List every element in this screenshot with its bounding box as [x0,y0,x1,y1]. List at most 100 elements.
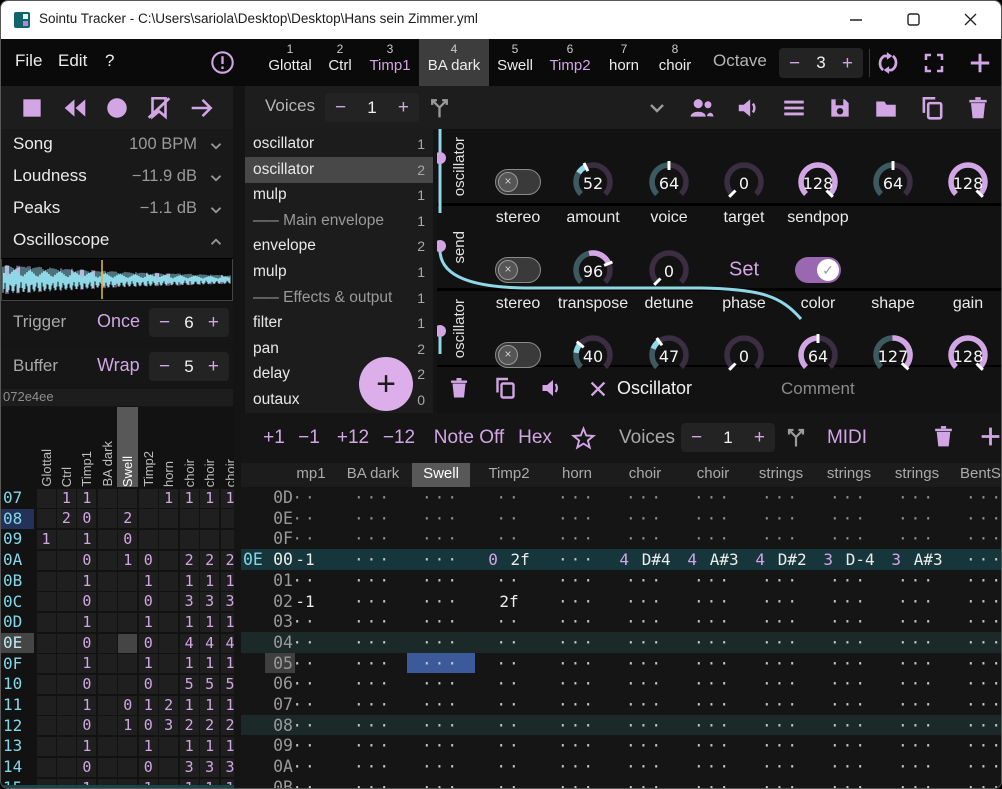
pattern-cell[interactable]: ··· [966,778,1002,789]
pattern-cell[interactable]: ·· [496,695,521,714]
split-track-icon[interactable] [427,95,452,120]
order-cell[interactable]: 2 [200,716,219,735]
pattern-cell[interactable]: ··· [354,674,392,693]
pattern-cell[interactable]: ··· [558,592,596,611]
pattern-cell[interactable]: ··· [966,592,1002,611]
panel-section-oscilloscope[interactable]: Oscilloscope [1,225,233,259]
order-cell[interactable]: 0 [77,551,96,570]
pattern-cell[interactable]: ··· [762,488,800,507]
pattern-cell[interactable]: ·· [496,716,521,735]
order-cell[interactable]: 3 [180,592,199,611]
order-column-header[interactable]: Timp2 [141,409,156,487]
pattern-cell[interactable]: ··· [830,529,868,548]
order-cell[interactable]: 1 [200,737,219,756]
pattern-cell[interactable]: 3 D-4 [823,550,874,569]
order-cell[interactable] [159,551,178,570]
order-cell[interactable] [57,592,76,611]
pattern-cell[interactable]: ··· [626,716,664,735]
unit-list-item-mulp[interactable]: mulp1 [245,182,433,208]
order-cell[interactable]: 1 [77,654,96,673]
order-cell[interactable] [118,675,137,694]
pattern-cell[interactable]: ··· [898,757,936,776]
pattern-cell[interactable]: ··· [558,757,596,776]
pattern-row[interactable]: 0E00-1······0 2f···4 D#44 A#34 D#23 D-43… [241,549,1002,570]
pattern-track-header-bentstr[interactable]: BentStr [960,465,1002,482]
pattern-cell[interactable]: ·· [496,674,521,693]
order-cell[interactable] [98,675,117,694]
order-cell[interactable]: 0 [77,675,96,694]
pattern-cell[interactable]: ··· [422,529,460,548]
pattern-cell[interactable]: ··· [626,571,664,590]
order-cell[interactable]: 0 [139,551,158,570]
order-table[interactable]: GlottalCtrlTimp1BA darkSwellTimp2horncho… [1,407,234,789]
pattern-cell[interactable]: ·· [292,736,317,755]
order-cell[interactable]: 1 [221,572,234,591]
copy-icon[interactable] [493,376,517,400]
menu-item-edit[interactable]: Edit [58,51,87,71]
pattern-track-header-horn[interactable]: horn [562,465,592,482]
menu-item-help[interactable]: ? [105,51,114,71]
pattern-cell[interactable]: ·· [292,695,317,714]
pattern-cell[interactable]: 4 A#3 [687,550,738,569]
pattern-cell[interactable]: ··· [694,592,732,611]
pattern-cell[interactable]: ··· [694,674,732,693]
pattern-cell[interactable]: ··· [762,695,800,714]
order-cell[interactable]: 1 [200,489,219,508]
order-cell[interactable] [200,530,219,549]
order-row-label[interactable]: 11 [1,695,34,715]
pattern-cell[interactable]: ··· [694,571,732,590]
pattern-cell[interactable]: ··· [762,509,800,528]
pattern-cell[interactable]: ··· [762,736,800,755]
order-cell[interactable]: 2 [118,509,137,528]
pattern-cell[interactable]: ·· [496,509,521,528]
pattern-btn-−1[interactable]: −1 [298,427,320,449]
pattern-cell[interactable]: ··· [898,592,936,611]
unit-list-item-envelope[interactable]: envelope2 [245,233,433,259]
pattern-cell[interactable]: ··· [558,612,596,631]
order-cell[interactable]: 2 [221,551,234,570]
chevron-down-icon[interactable] [207,137,225,155]
order-cell[interactable]: 1 [200,613,219,632]
pattern-cell[interactable]: ··· [966,716,1002,735]
order-column-header[interactable]: Glottal [39,409,54,487]
order-cell[interactable] [98,551,117,570]
pattern-cell[interactable]: ··· [354,757,392,776]
order-cell[interactable]: 0 [77,509,96,528]
pattern-cell[interactable]: ··· [422,695,460,714]
pattern-cell[interactable]: ··· [762,654,800,673]
order-cell[interactable] [98,716,117,735]
instrument-tab-timp2[interactable]: 6Timp2 [541,39,599,86]
order-cell[interactable] [57,530,76,549]
pattern-cell[interactable]: ··· [422,612,460,631]
order-column-header[interactable]: horn [161,409,176,487]
octave-stepper-minus[interactable]: − [789,54,800,73]
pattern-cell[interactable]: ··· [626,736,664,755]
pattern-row[interactable]: 08······························· [241,715,1002,736]
pattern-cell[interactable]: ··· [626,592,664,611]
pattern-cell[interactable]: ··· [422,571,460,590]
pattern-cell[interactable]: ··· [626,509,664,528]
voices-stepper-plus[interactable]: + [398,98,409,117]
pattern-voices-stepper-plus[interactable]: + [754,428,765,447]
pattern-row[interactable]: 05······························· [241,653,1002,674]
order-cell[interactable]: 1 [221,489,234,508]
order-cell[interactable]: 0 [77,758,96,777]
order-cell[interactable]: 0 [139,592,158,611]
order-row-label[interactable]: 0C [1,592,34,612]
pattern-cell[interactable]: ·· [292,633,317,652]
instrument-tab-glottal[interactable]: 1Glottal [261,39,319,86]
order-cell[interactable] [98,634,117,653]
order-cell[interactable] [37,592,56,611]
order-cell[interactable]: 3 [221,758,234,777]
pattern-cell[interactable]: ··· [422,592,460,611]
pattern-cell[interactable]: ··· [626,633,664,652]
order-cell[interactable] [98,592,117,611]
order-cell[interactable]: 1 [139,654,158,673]
order-cell[interactable]: 1 [118,551,137,570]
instrument-tab-ba-dark[interactable]: 4BA dark [419,39,489,86]
order-cell[interactable]: 2 [180,551,199,570]
pattern-cell[interactable]: 4 D#2 [755,550,806,569]
pattern-cell[interactable]: ··· [966,695,1002,714]
delete-icon[interactable] [965,95,991,121]
octave-stepper-plus[interactable]: + [842,54,853,73]
